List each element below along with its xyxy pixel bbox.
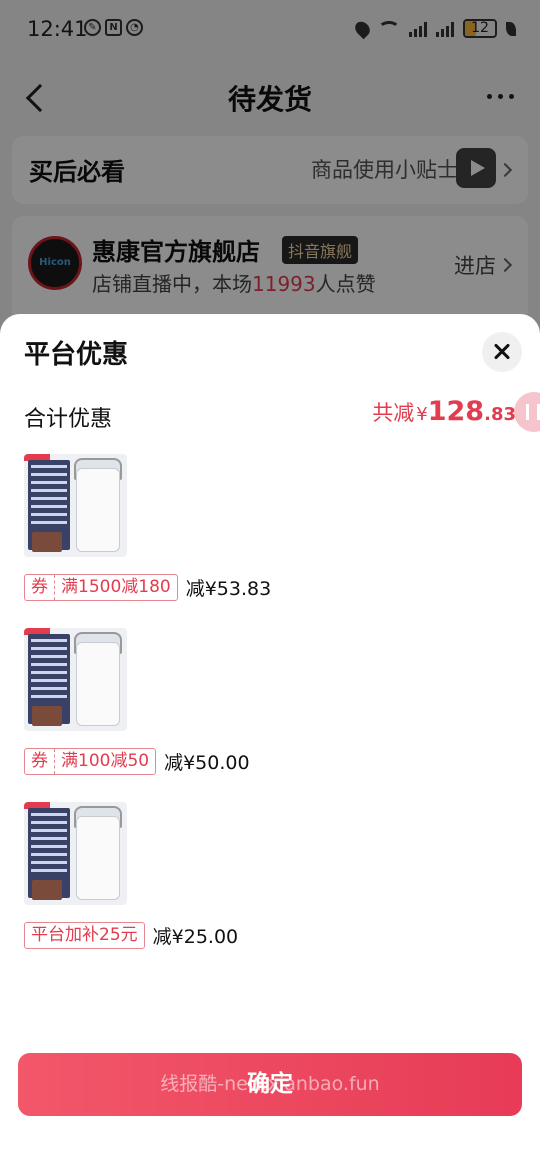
discount-item: 券 满1500减180 减¥53.83 xyxy=(24,454,424,614)
close-button[interactable] xyxy=(482,332,522,372)
coupon-prefix: 券 xyxy=(25,575,55,600)
confirm-button[interactable]: 确定 xyxy=(18,1053,522,1116)
product-image xyxy=(24,628,127,731)
total-prefix: 共减 xyxy=(372,401,415,425)
coupon-tag: 平台加补25元 xyxy=(24,922,145,949)
total-discount-label: 合计优惠 xyxy=(24,407,113,432)
reduce-amount: 减¥50.00 xyxy=(164,752,250,774)
total-discount-amount: 共减 ¥ 128 .83 xyxy=(372,396,516,427)
discount-item: 券 满100减50 减¥50.00 xyxy=(24,628,424,788)
product-image xyxy=(24,802,127,905)
coupon-tag: 券 满1500减180 xyxy=(24,574,178,601)
coupon-text: 平台加补25元 xyxy=(31,925,138,945)
reduce-amount: 减¥25.00 xyxy=(152,926,239,948)
coupon-prefix: 券 xyxy=(25,749,55,774)
sheet-title: 平台优惠 xyxy=(24,340,129,370)
total-currency: ¥ xyxy=(416,404,428,425)
coupon-text: 满1500减180 xyxy=(61,577,171,597)
discount-item: 平台加补25元 减¥25.00 xyxy=(24,802,424,962)
coupon-text: 满100减50 xyxy=(61,751,150,771)
floating-pause-icon[interactable] xyxy=(514,392,540,432)
discount-sheet: 平台优惠 合计优惠 共减 ¥ 128 .83 券 满1500减180 减¥53.… xyxy=(0,314,540,1165)
total-decimal: .83 xyxy=(484,404,516,425)
total-integer: 128 xyxy=(427,396,485,427)
reduce-amount: 减¥53.83 xyxy=(185,578,272,600)
product-image xyxy=(24,454,127,557)
coupon-tag: 券 满100减50 xyxy=(24,748,157,775)
